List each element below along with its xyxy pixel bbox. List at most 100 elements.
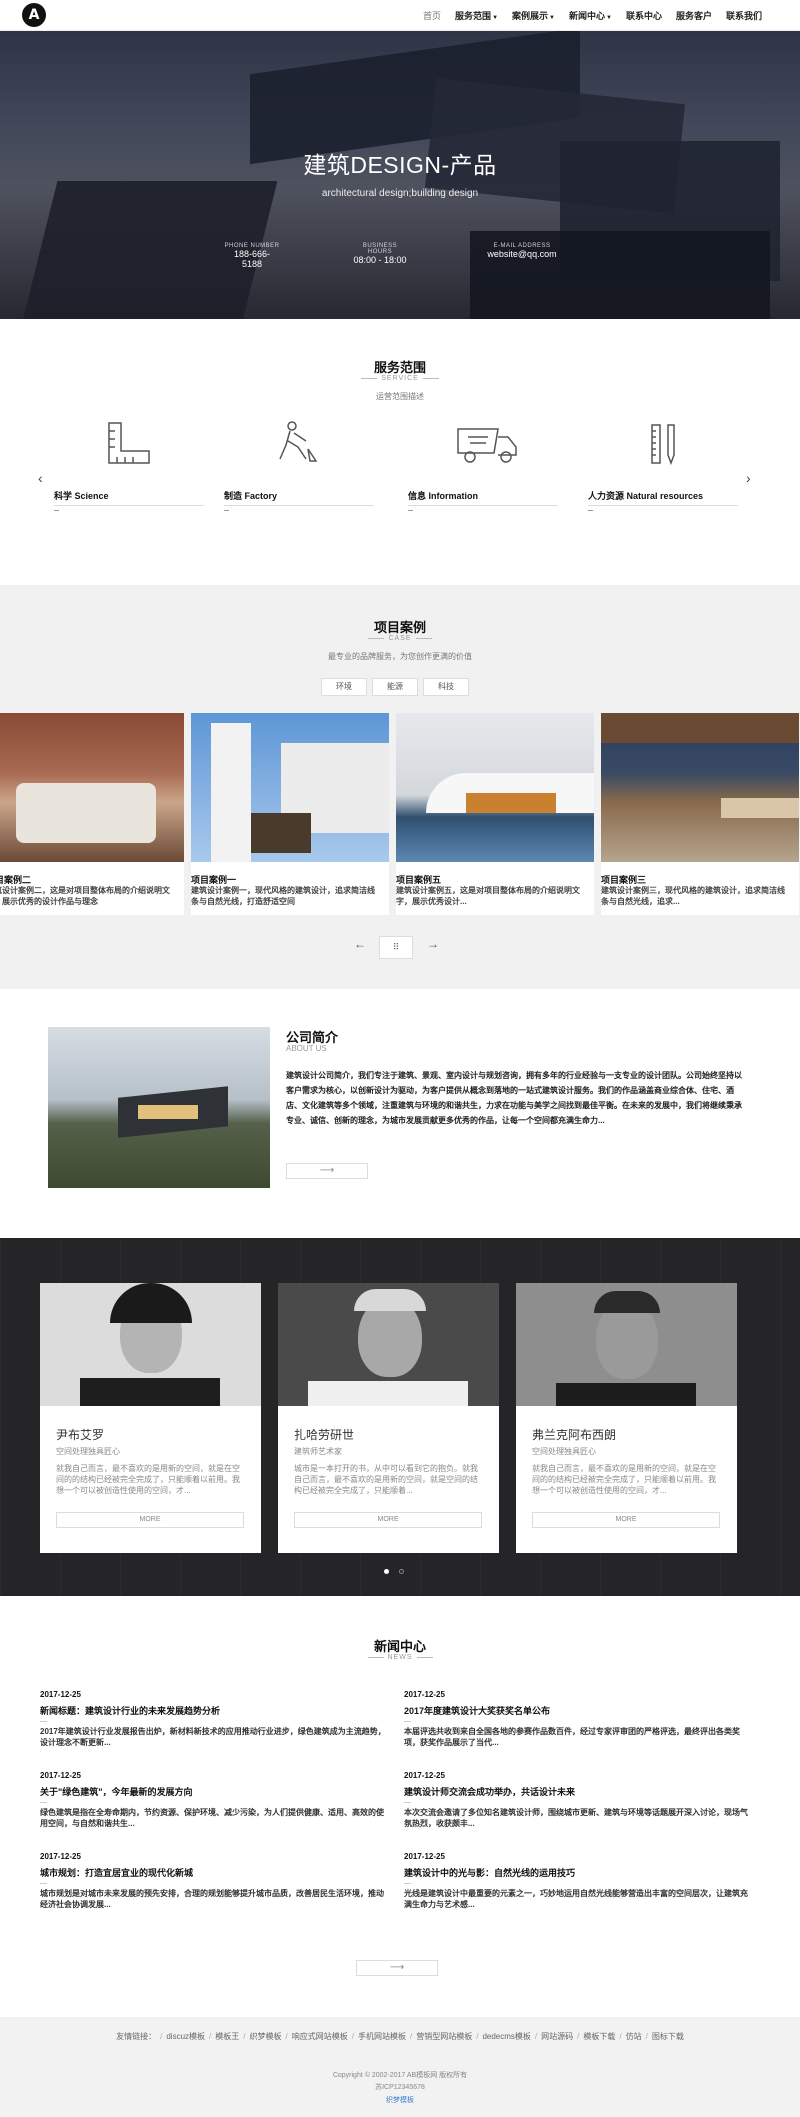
divider — [408, 505, 558, 506]
news-item[interactable]: 2017-12-25 建筑设计师交流会成功举办，共话设计未来 — 本次交流会邀请了多位… — [404, 1771, 754, 1829]
building-shape — [211, 723, 251, 862]
team-desc: 城市是一本打开的书，从中可以看到它的抱负。就我自己而言，最不喜欢的是用新的空间，… — [294, 1464, 478, 1495]
building-shape — [601, 713, 799, 743]
nav-item[interactable]: 新闻中心▼ — [569, 9, 612, 22]
friend-link[interactable]: 响应式网站模板 — [292, 2032, 348, 2041]
friend-link[interactable]: discuz模板 — [166, 2032, 205, 2041]
team-more-button[interactable]: MORE — [532, 1512, 720, 1528]
nav-item[interactable]: 案例展示▼ — [512, 9, 555, 22]
carousel-dot-active[interactable] — [384, 1569, 389, 1574]
link-separator: / — [243, 2032, 246, 2041]
case-desc: 最专业的品牌服务，为您创作更满的价值 — [328, 652, 472, 661]
hero-email: E-MAIL ADDRESS website@qq.com — [486, 243, 558, 259]
icp-number[interactable]: 苏ICP12345678 — [0, 2082, 800, 2092]
nav-item-label: 首页 — [423, 11, 442, 21]
case-image — [191, 713, 389, 862]
case-card[interactable]: 项目案例一 建筑设计案例一，现代风格的建筑设计，追求简洁线条与自然光线，打造舒适… — [191, 713, 389, 915]
ruler-pencil-icon — [651, 424, 675, 466]
filter-tab[interactable]: 科技 — [423, 678, 469, 696]
team-card[interactable]: 弗兰克阿布西朗 空间处理独具匠心 就我自己而言，最不喜欢的是用新的空间，就是在空… — [516, 1283, 737, 1553]
friend-link[interactable]: 营销型网站模板 — [416, 2032, 472, 2041]
hair-shape — [354, 1289, 426, 1311]
news-text: 本届评选共收到来自全国各地的参赛作品数百件，经过专家评审团的严格评选，最终评出各… — [404, 1727, 740, 1747]
news-sep: — — [40, 1718, 47, 1725]
news-sep: — — [404, 1718, 411, 1725]
service-item[interactable]: 人力资源 Natural resources — [588, 419, 738, 511]
case-card[interactable]: 项目案例五 建筑设计案例五，这是对项目整体布局的介绍说明文字，展示优秀设计... — [396, 713, 594, 915]
team-card[interactable]: 扎哈劳研世 建筑师艺术家 城市是一本打开的书，从中可以看到它的抱负。就我自己而言… — [278, 1283, 499, 1553]
friend-link[interactable]: 网站源码 — [541, 2032, 573, 2041]
news-title: 新闻标题：建筑设计行业的未来发展趋势分析 — [40, 1706, 221, 1716]
nav-item[interactable]: 服务范围▼ — [455, 9, 498, 22]
team-more-button[interactable]: MORE — [56, 1512, 244, 1528]
news-item[interactable]: 2017-12-25 城市规划：打造宜居宜业的现代化新城 — 城市规划是对城市未来发展… — [40, 1852, 390, 1910]
case-text: 建筑设计案例一，现代风格的建筑设计，追求简洁线条与自然光线，打造舒适空间 — [191, 886, 375, 906]
divider — [588, 510, 593, 511]
friend-link[interactable]: 织梦模板 — [250, 2032, 282, 2041]
ruler-square-icon — [108, 422, 150, 464]
filter-tab[interactable]: 环境 — [321, 678, 367, 696]
nav-item[interactable]: 联系我们 — [726, 9, 762, 22]
copyright: Copyright © 2002-2017 AB模板网 版权所有 — [332, 2072, 468, 2079]
case-next-arrow[interactable]: → — [427, 937, 439, 951]
case-card[interactable]: 项目案例二 建筑设计案例二，这是对项目整体布局的介绍说明文字，展示优秀的设计作品… — [0, 713, 184, 915]
nav-item-label: 联系中心 — [625, 11, 662, 21]
about-more-button[interactable]: ⟶ — [286, 1163, 368, 1179]
case-card[interactable]: 项目案例三 建筑设计案例三，现代风格的建筑设计，追求简洁线条与自然光线，追求..… — [601, 713, 799, 915]
news-item[interactable]: 2017-12-25 新闻标题：建筑设计行业的未来发展趋势分析 — 2017年建筑设计… — [40, 1690, 390, 1748]
news-item[interactable]: 2017-12-25 建筑设计中的光与影：自然光线的运用技巧 — 光线是建筑设计中最重… — [404, 1852, 754, 1910]
service-next-arrow[interactable]: › — [746, 470, 751, 486]
team-photo — [516, 1283, 737, 1406]
service-item[interactable]: 信息 Information — [408, 419, 558, 511]
hero-info-value: 188-666-5188 — [233, 249, 271, 269]
news-title: 建筑设计师交流会成功举办，共话设计未来 — [404, 1787, 576, 1797]
team-card[interactable]: 尹布艾罗 空间处理独具匠心 就我自己而言，最不喜欢的是用新的空间，就是在空间的的… — [40, 1283, 261, 1553]
news-sep: — — [40, 1880, 47, 1887]
friend-link[interactable]: dedecms模板 — [482, 2032, 530, 2041]
carousel-dot[interactable] — [399, 1569, 404, 1574]
friend-link[interactable]: 模板王 — [215, 2032, 239, 2041]
service-item[interactable]: 科学 Science — [54, 419, 204, 511]
chevron-down-icon: ▼ — [549, 15, 555, 21]
case-text: 建筑设计案例五，这是对项目整体布局的介绍说明文字，展示优秀设计... — [396, 886, 580, 906]
service-name: 制造 Factory — [224, 491, 278, 501]
team-name: 扎哈劳研世 — [294, 1428, 355, 1442]
site-logo[interactable]: A — [22, 3, 46, 27]
links-label: 友情链接： — [116, 2032, 157, 2041]
powered-link[interactable]: 织梦模板 — [0, 2095, 800, 2105]
service-name: 人力资源 Natural resources — [588, 491, 704, 501]
body-shape — [80, 1378, 220, 1406]
nav-item[interactable]: 服务客户 — [676, 9, 712, 22]
case-en: CASE — [0, 635, 800, 642]
news-item[interactable]: 2017-12-25 关于"绿色建筑"，今年最新的发展方向 — 绿色建筑是指在全寿命期… — [40, 1771, 390, 1829]
main-nav: 首页 服务范围▼ 案例展示▼ 新闻中心▼ 联系中心 服务客户 联系我们 — [423, 0, 762, 31]
link-separator: / — [160, 2032, 163, 2041]
news-item[interactable]: 2017-12-25 2017年度建筑设计大奖获奖名单公布 — 本届评选共收到来自全国… — [404, 1690, 754, 1748]
news-text: 2017年建筑设计行业发展报告出炉，新材料新技术的应用推动行业进步，绿色建筑成为… — [40, 1727, 386, 1747]
link-separator: / — [476, 2032, 479, 2041]
nav-item[interactable]: 首页 — [423, 9, 441, 22]
team-photo — [278, 1283, 499, 1406]
news-title: 2017年度建筑设计大奖获奖名单公布 — [404, 1706, 551, 1716]
friend-link[interactable]: 手机网站模板 — [358, 2032, 406, 2041]
news-text: 绿色建筑是指在全寿命期内，节约资源、保护环境、减少污染，为人们提供健康、适用、高… — [40, 1808, 384, 1828]
team-photo — [40, 1283, 261, 1406]
news-more-button[interactable]: ⟶ — [356, 1960, 438, 1976]
service-item[interactable]: 制造 Factory — [224, 419, 374, 511]
link-separator: / — [351, 2032, 354, 2041]
grid-icon[interactable]: ⠿ — [379, 936, 413, 959]
news-date: 2017-12-25 — [404, 1690, 445, 1699]
chevron-down-icon: ▼ — [606, 15, 612, 21]
link-separator: / — [285, 2032, 288, 2041]
nav-item[interactable]: 联系中心 — [626, 9, 662, 22]
hero-title: 建筑DESIGN-产品 — [303, 152, 497, 178]
hero-banner: 建筑DESIGN-产品 architectural design;buildin… — [0, 31, 800, 319]
case-prev-arrow[interactable]: ← — [354, 937, 366, 951]
friend-link[interactable]: 图标下载 — [652, 2032, 684, 2041]
friend-link[interactable]: 模板下载 — [583, 2032, 615, 2041]
filter-tab[interactable]: 能源 — [372, 678, 418, 696]
team-more-button[interactable]: MORE — [294, 1512, 482, 1528]
team-desc: 就我自己而言，最不喜欢的是用新的空间，就是在空间的的结构已经被完全完成了，只能顺… — [532, 1464, 716, 1495]
friend-link[interactable]: 仿站 — [626, 2032, 642, 2041]
service-prev-arrow[interactable]: ‹ — [38, 470, 43, 486]
